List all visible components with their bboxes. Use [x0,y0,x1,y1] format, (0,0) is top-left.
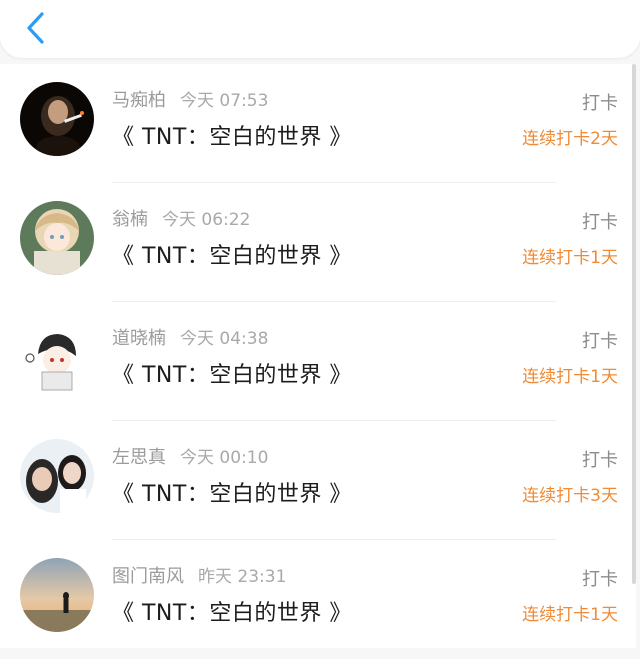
top-bar [0,0,640,58]
checkin-label: 打卡 [582,450,618,471]
book-title: 《 TNT：空白的世界 》 [112,125,352,150]
streak-badge: 连续打卡1天 [522,605,618,625]
checkin-label: 打卡 [582,331,618,352]
list-item[interactable]: 图门南风 昨天 23:31 《 TNT：空白的世界 》 打卡 连续打卡1天 [0,540,636,659]
checkin-time: 今天 04:38 [180,329,269,349]
book-title: 《 TNT：空白的世界 》 [112,244,352,269]
user-name: 马痴柏 今天 07:53 [112,86,268,112]
user-name-text: 道晓楠 [112,328,166,349]
avatar[interactable] [20,320,94,394]
streak-badge: 连续打卡2天 [522,129,618,149]
user-name-text: 马痴柏 [112,90,166,111]
user-name: 图门南风 昨天 23:31 [112,562,286,588]
checkin-label: 打卡 [582,569,618,590]
book-title: 《 TNT：空白的世界 》 [112,601,352,626]
book-title: 《 TNT：空白的世界 》 [112,482,352,507]
avatar[interactable] [20,439,94,513]
checkin-time: 今天 00:10 [180,448,269,468]
checkin-list: 马痴柏 今天 07:53 《 TNT：空白的世界 》 打卡 连续打卡2天 翁楠 今天… [0,64,636,648]
avatar[interactable] [20,201,94,275]
user-name-text: 翁楠 [112,209,148,230]
list-item[interactable]: 马痴柏 今天 07:53 《 TNT：空白的世界 》 打卡 连续打卡2天 [0,64,636,183]
user-name: 左思真 今天 00:10 [112,443,268,469]
scrollbar[interactable] [632,64,636,584]
streak-badge: 连续打卡1天 [522,367,618,387]
avatar[interactable] [20,82,94,156]
list-item[interactable]: 翁楠 今天 06:22 《 TNT：空白的世界 》 打卡 连续打卡1天 [0,183,636,302]
user-name-text: 左思真 [112,447,166,468]
avatar[interactable] [20,558,94,632]
checkin-label: 打卡 [582,93,618,114]
list-item[interactable]: 道晓楠 今天 04:38 《 TNT：空白的世界 》 打卡 连续打卡1天 [0,302,636,421]
checkin-time: 今天 06:22 [162,210,251,230]
chevron-left-icon[interactable] [22,10,50,46]
user-name-text: 图门南风 [112,566,184,587]
book-title: 《 TNT：空白的世界 》 [112,363,352,388]
user-name: 翁楠 今天 06:22 [112,205,250,231]
checkin-label: 打卡 [582,212,618,233]
streak-badge: 连续打卡3天 [522,486,618,506]
checkin-time: 今天 07:53 [180,91,269,111]
checkin-time: 昨天 23:31 [198,567,287,587]
list-item[interactable]: 左思真 今天 00:10 《 TNT：空白的世界 》 打卡 连续打卡3天 [0,421,636,540]
user-name: 道晓楠 今天 04:38 [112,324,268,350]
streak-badge: 连续打卡1天 [522,248,618,268]
